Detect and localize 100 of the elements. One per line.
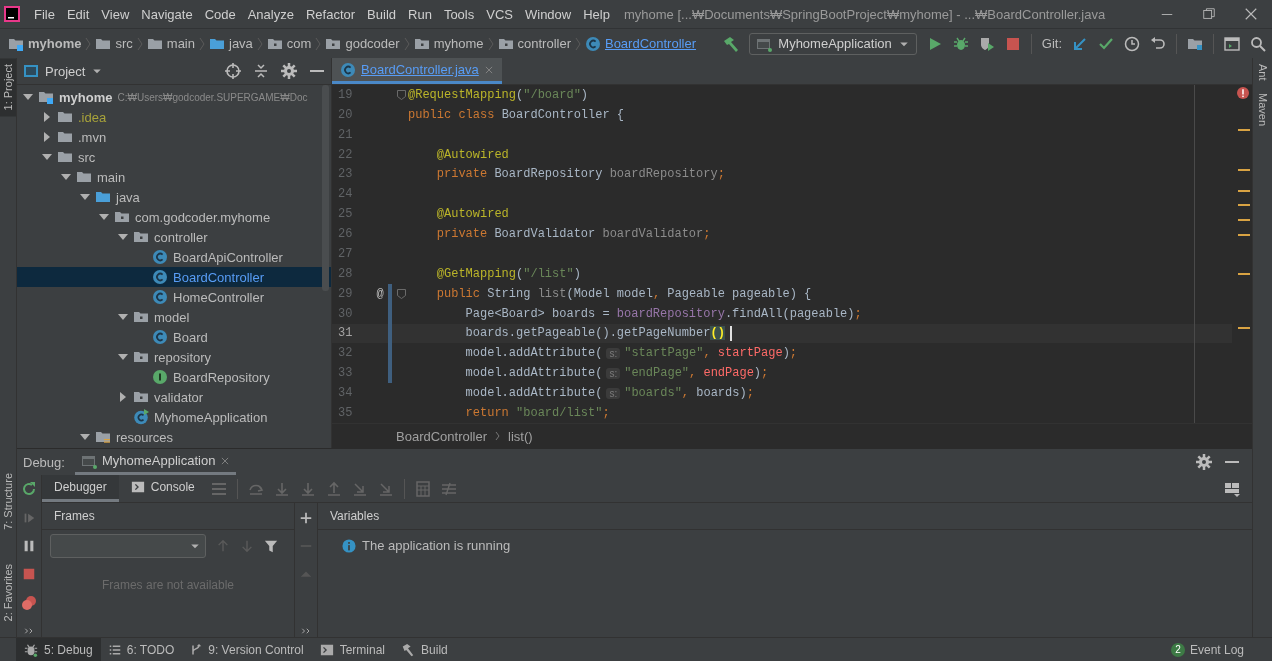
breadcrumb[interactable]: controller (493, 35, 575, 52)
bug-icon[interactable] (952, 35, 969, 52)
breadcrumb[interactable]: myhome (4, 35, 86, 52)
filter-icon[interactable] (264, 539, 278, 553)
fold-icon[interactable] (397, 288, 406, 299)
tool-window-tab[interactable]: 1: Project (0, 58, 16, 117)
menu-item[interactable]: Help (577, 3, 616, 25)
hammer-icon[interactable] (723, 35, 740, 52)
tree-item[interactable]: main (17, 167, 331, 187)
breadcrumb[interactable]: godcoder (321, 35, 404, 52)
window-icon[interactable] (1224, 35, 1240, 52)
menu-item[interactable]: View (95, 3, 136, 25)
shield-run-icon[interactable] (978, 35, 995, 52)
caret-right-icon[interactable] (118, 392, 128, 402)
undo-icon[interactable] (1150, 35, 1166, 52)
tree-item[interactable]: .idea (17, 107, 331, 127)
breadcrumb[interactable]: BoardController (396, 428, 488, 444)
collapse-all-icon[interactable] (253, 63, 269, 79)
menu-item[interactable]: Code (198, 3, 242, 25)
restore-icon[interactable] (1202, 7, 1216, 21)
tree-item[interactable]: HomeController (17, 287, 331, 307)
tool-window-tab[interactable]: Ant (1253, 58, 1272, 87)
caret-down-icon[interactable] (118, 352, 128, 362)
menu-item[interactable]: Edit (60, 3, 96, 25)
run-configuration-dropdown[interactable]: MyhomeApplication (749, 32, 917, 55)
breadcrumb[interactable]: com (262, 35, 316, 52)
close-icon[interactable] (1244, 7, 1258, 21)
search-icon[interactable] (1250, 35, 1266, 52)
caret-right-icon[interactable] (42, 112, 52, 122)
menu-item[interactable]: File (28, 3, 61, 25)
breakpoints-icon[interactable] (21, 595, 37, 611)
menu-item[interactable]: Refactor (299, 3, 362, 25)
warning-marker[interactable] (1238, 169, 1250, 171)
tree-item[interactable]: resources (17, 427, 331, 447)
breadcrumb[interactable]: myhome (409, 35, 488, 52)
menu-item[interactable]: VCS (480, 3, 519, 25)
debugger-tab[interactable]: Debugger (42, 475, 119, 502)
menu-item[interactable]: Navigate (135, 3, 199, 25)
pause-icon[interactable] (22, 539, 36, 553)
tree-item[interactable]: model (17, 307, 331, 327)
menu-item[interactable]: Window (518, 3, 578, 25)
clock-icon[interactable] (1124, 35, 1140, 52)
tool-window-button[interactable]: Terminal (311, 638, 394, 661)
warning-marker[interactable] (1238, 129, 1250, 131)
caret-down-icon[interactable] (61, 172, 71, 182)
rerun-icon[interactable] (21, 481, 37, 497)
update-arrow-icon[interactable] (1072, 35, 1088, 52)
tool-window-button[interactable]: 5: Debug (16, 638, 101, 661)
breadcrumb[interactable]: BoardController (580, 35, 700, 52)
tree-item[interactable]: validator (17, 387, 331, 407)
debugger-tab[interactable]: Console (118, 475, 207, 502)
breadcrumb[interactable]: main (142, 35, 199, 52)
settings-icon[interactable] (1196, 454, 1212, 470)
warning-marker[interactable] (1238, 219, 1250, 221)
tree-item[interactable]: BoardController (17, 267, 331, 287)
tool-window-button[interactable]: 6: TODO (100, 638, 183, 661)
warning-marker[interactable] (1238, 273, 1250, 275)
settings-icon[interactable] (281, 63, 297, 79)
tree-item[interactable]: .mvn (17, 127, 331, 147)
tree-item[interactable]: controller (17, 227, 331, 247)
tool-window-tab[interactable]: Maven (1253, 86, 1272, 132)
editor-tab[interactable]: BoardController.java (332, 58, 502, 84)
breadcrumb[interactable]: java (205, 35, 257, 52)
caret-right-icon[interactable] (42, 132, 52, 142)
caret-down-icon[interactable] (118, 312, 128, 322)
close-icon[interactable] (220, 455, 231, 466)
locate-icon[interactable] (225, 63, 241, 79)
error-icon[interactable] (1237, 87, 1249, 99)
menu-item[interactable]: Analyze (241, 3, 300, 25)
event-log-button[interactable]: 2 Event Log (1164, 641, 1272, 658)
tree-item[interactable]: BoardRepository (17, 367, 331, 387)
tool-window-tab[interactable]: 2: Favorites (0, 557, 16, 627)
breadcrumb[interactable]: list() (508, 428, 533, 444)
warning-marker[interactable] (1238, 327, 1250, 329)
tree-item[interactable]: src (17, 147, 331, 167)
caret-down-icon[interactable] (99, 212, 109, 222)
tree-item[interactable]: MyhomeApplication (17, 407, 331, 427)
tree-item[interactable]: Board (17, 327, 331, 347)
menu-item[interactable]: Run (402, 3, 438, 25)
tool-window-button[interactable]: Build (393, 638, 456, 661)
project-view-dropdown[interactable]: Project (23, 63, 104, 79)
fold-icon[interactable] (397, 89, 406, 100)
caret-down-icon[interactable] (42, 152, 52, 162)
tree-item[interactable]: BoardApiController (17, 247, 331, 267)
add-icon[interactable] (299, 511, 313, 525)
scrollbar-thumb[interactable] (322, 85, 329, 291)
tool-window-button[interactable]: 9: Version Control (182, 638, 312, 661)
caret-down-icon[interactable] (80, 192, 90, 202)
tree-item[interactable]: myhome C:₩Users₩godcoder.SUPERGAME₩Doc (17, 87, 331, 107)
layout-icon[interactable] (1224, 480, 1240, 497)
tree-item[interactable]: com.godcoder.myhome (17, 207, 331, 227)
caret-down-icon[interactable] (118, 232, 128, 242)
caret-down-icon[interactable] (80, 432, 90, 442)
stop-icon[interactable] (22, 567, 36, 581)
tool-window-tab[interactable]: 7: Structure (0, 466, 16, 536)
breadcrumb[interactable]: src (91, 35, 137, 52)
stop-icon[interactable] (1004, 35, 1021, 52)
menu-item[interactable]: Build (361, 3, 402, 25)
tree-item[interactable]: repository (17, 347, 331, 367)
tree-item[interactable]: java (17, 187, 331, 207)
